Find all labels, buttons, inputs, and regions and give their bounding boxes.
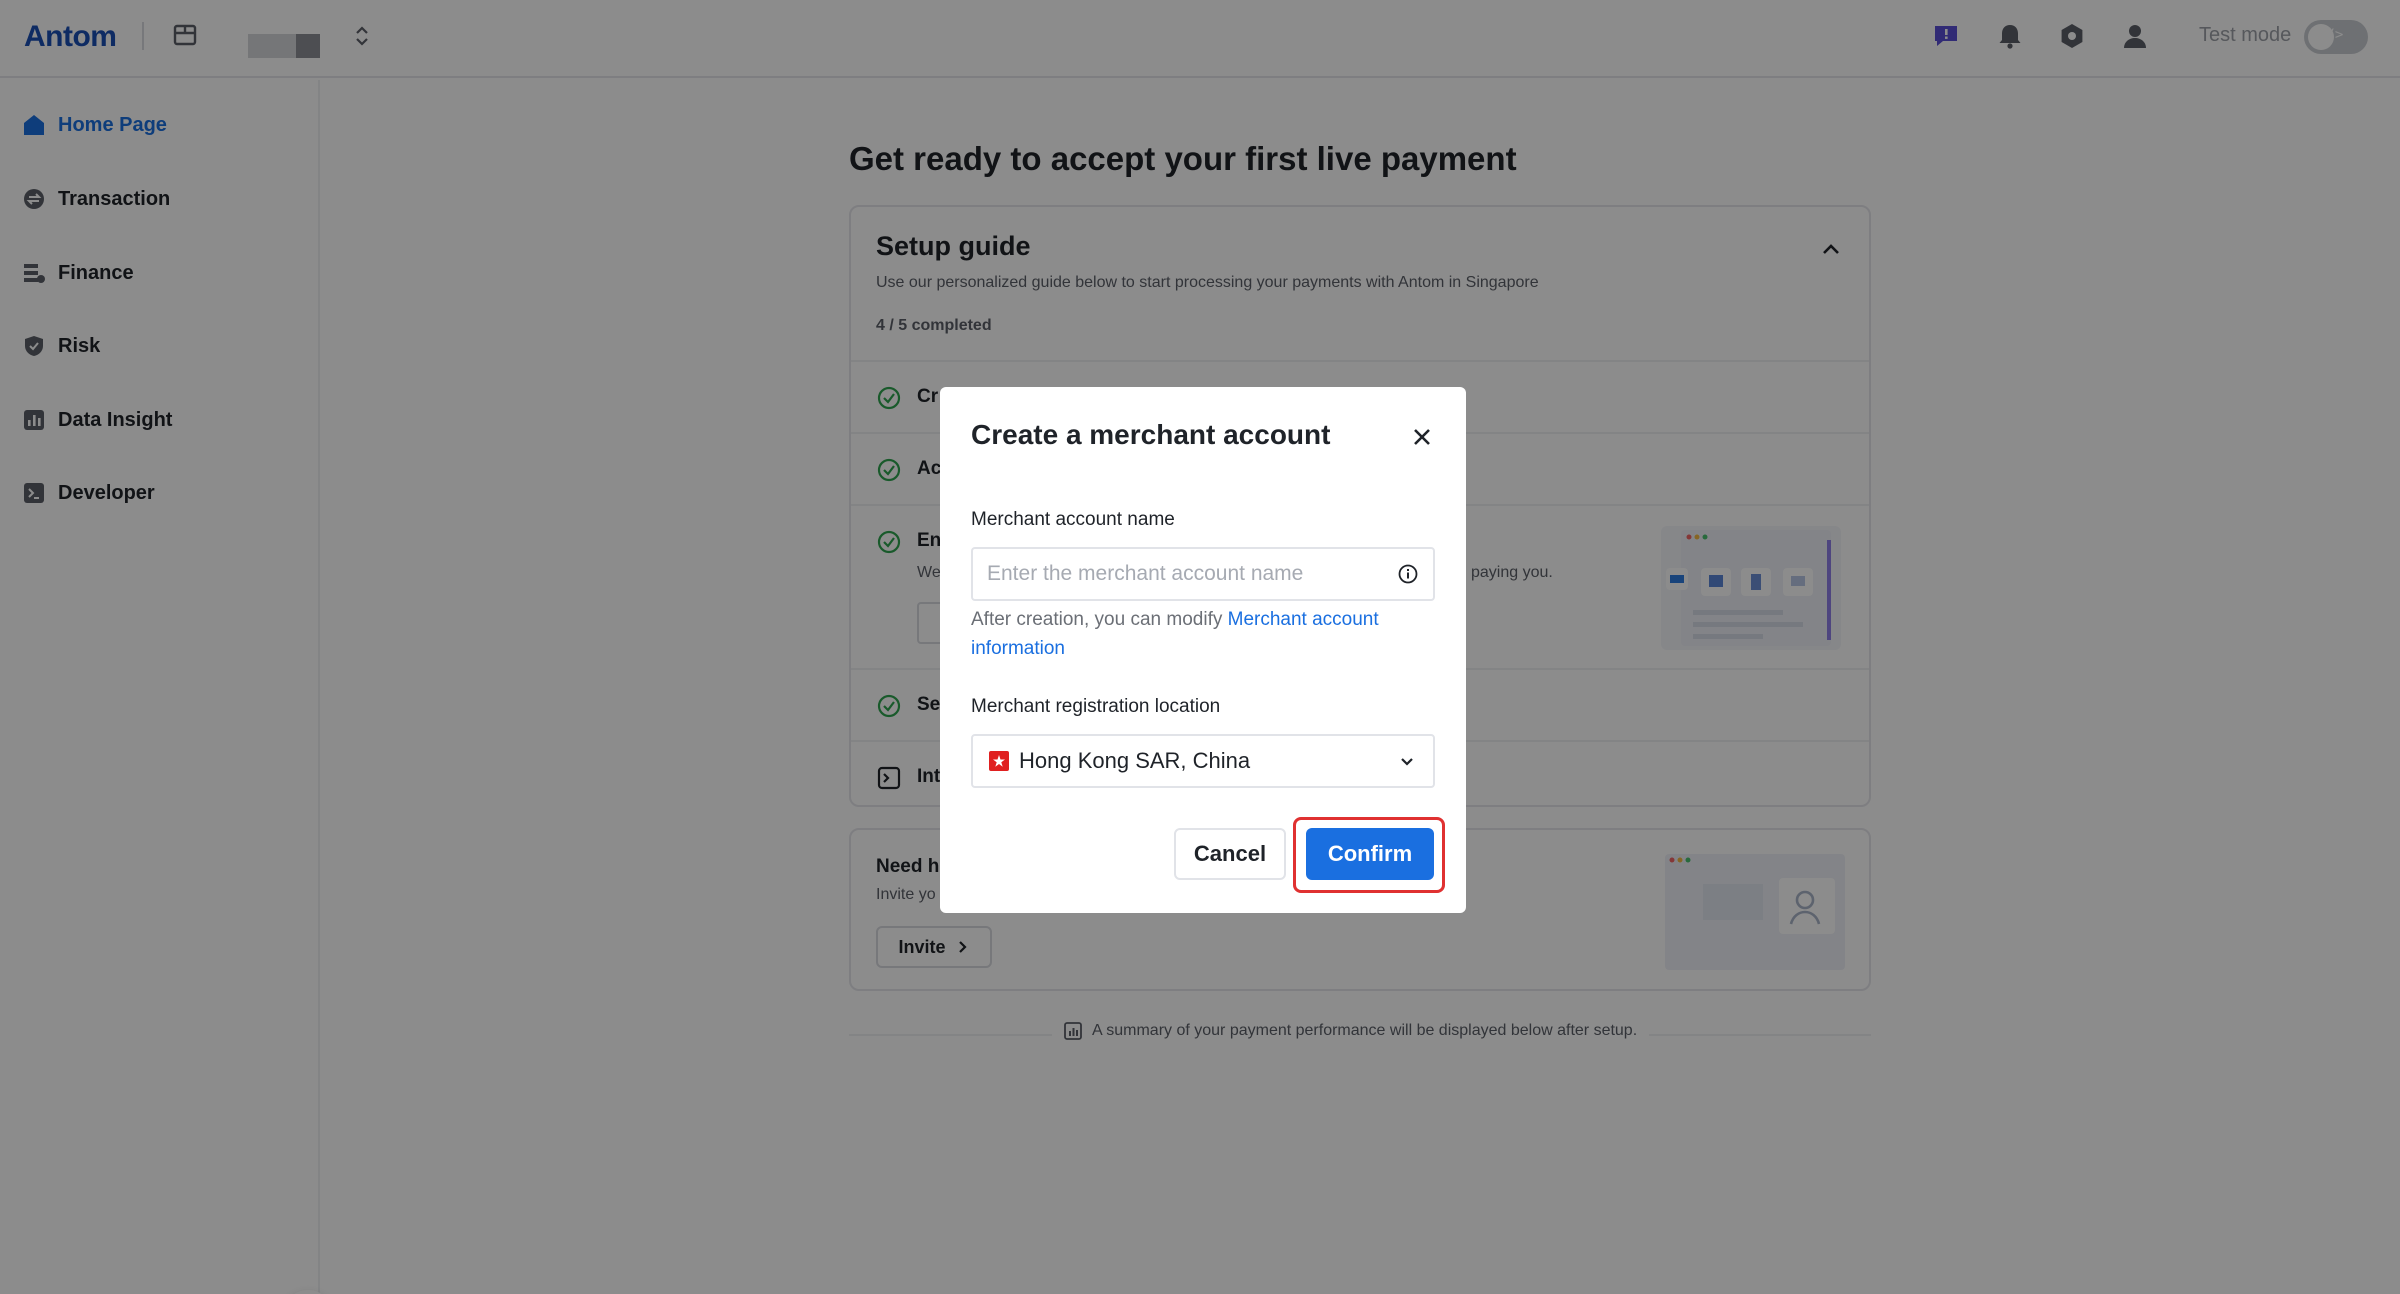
- registration-location-label: Merchant registration location: [971, 696, 1221, 717]
- registration-location-select[interactable]: Hong Kong SAR, China: [971, 734, 1435, 788]
- merchant-name-input[interactable]: [973, 549, 1397, 599]
- cancel-button[interactable]: Cancel: [1174, 828, 1286, 880]
- selected-location: Hong Kong SAR, China: [1019, 748, 1251, 773]
- info-icon[interactable]: [1397, 563, 1419, 585]
- merchant-name-label: Merchant account name: [971, 509, 1175, 530]
- create-merchant-account-modal: Create a merchant account Merchant accou…: [940, 387, 1466, 913]
- close-icon[interactable]: [1410, 425, 1434, 449]
- hong-kong-flag-icon: [989, 751, 1009, 771]
- merchant-name-help: After creation, you can modify Merchant …: [971, 605, 1435, 663]
- confirm-button[interactable]: Confirm: [1306, 828, 1434, 880]
- merchant-name-field: [971, 547, 1435, 601]
- help-text: After creation, you can modify: [971, 609, 1228, 630]
- modal-title: Create a merchant account: [971, 419, 1331, 450]
- chevron-down-icon: [1401, 758, 1413, 766]
